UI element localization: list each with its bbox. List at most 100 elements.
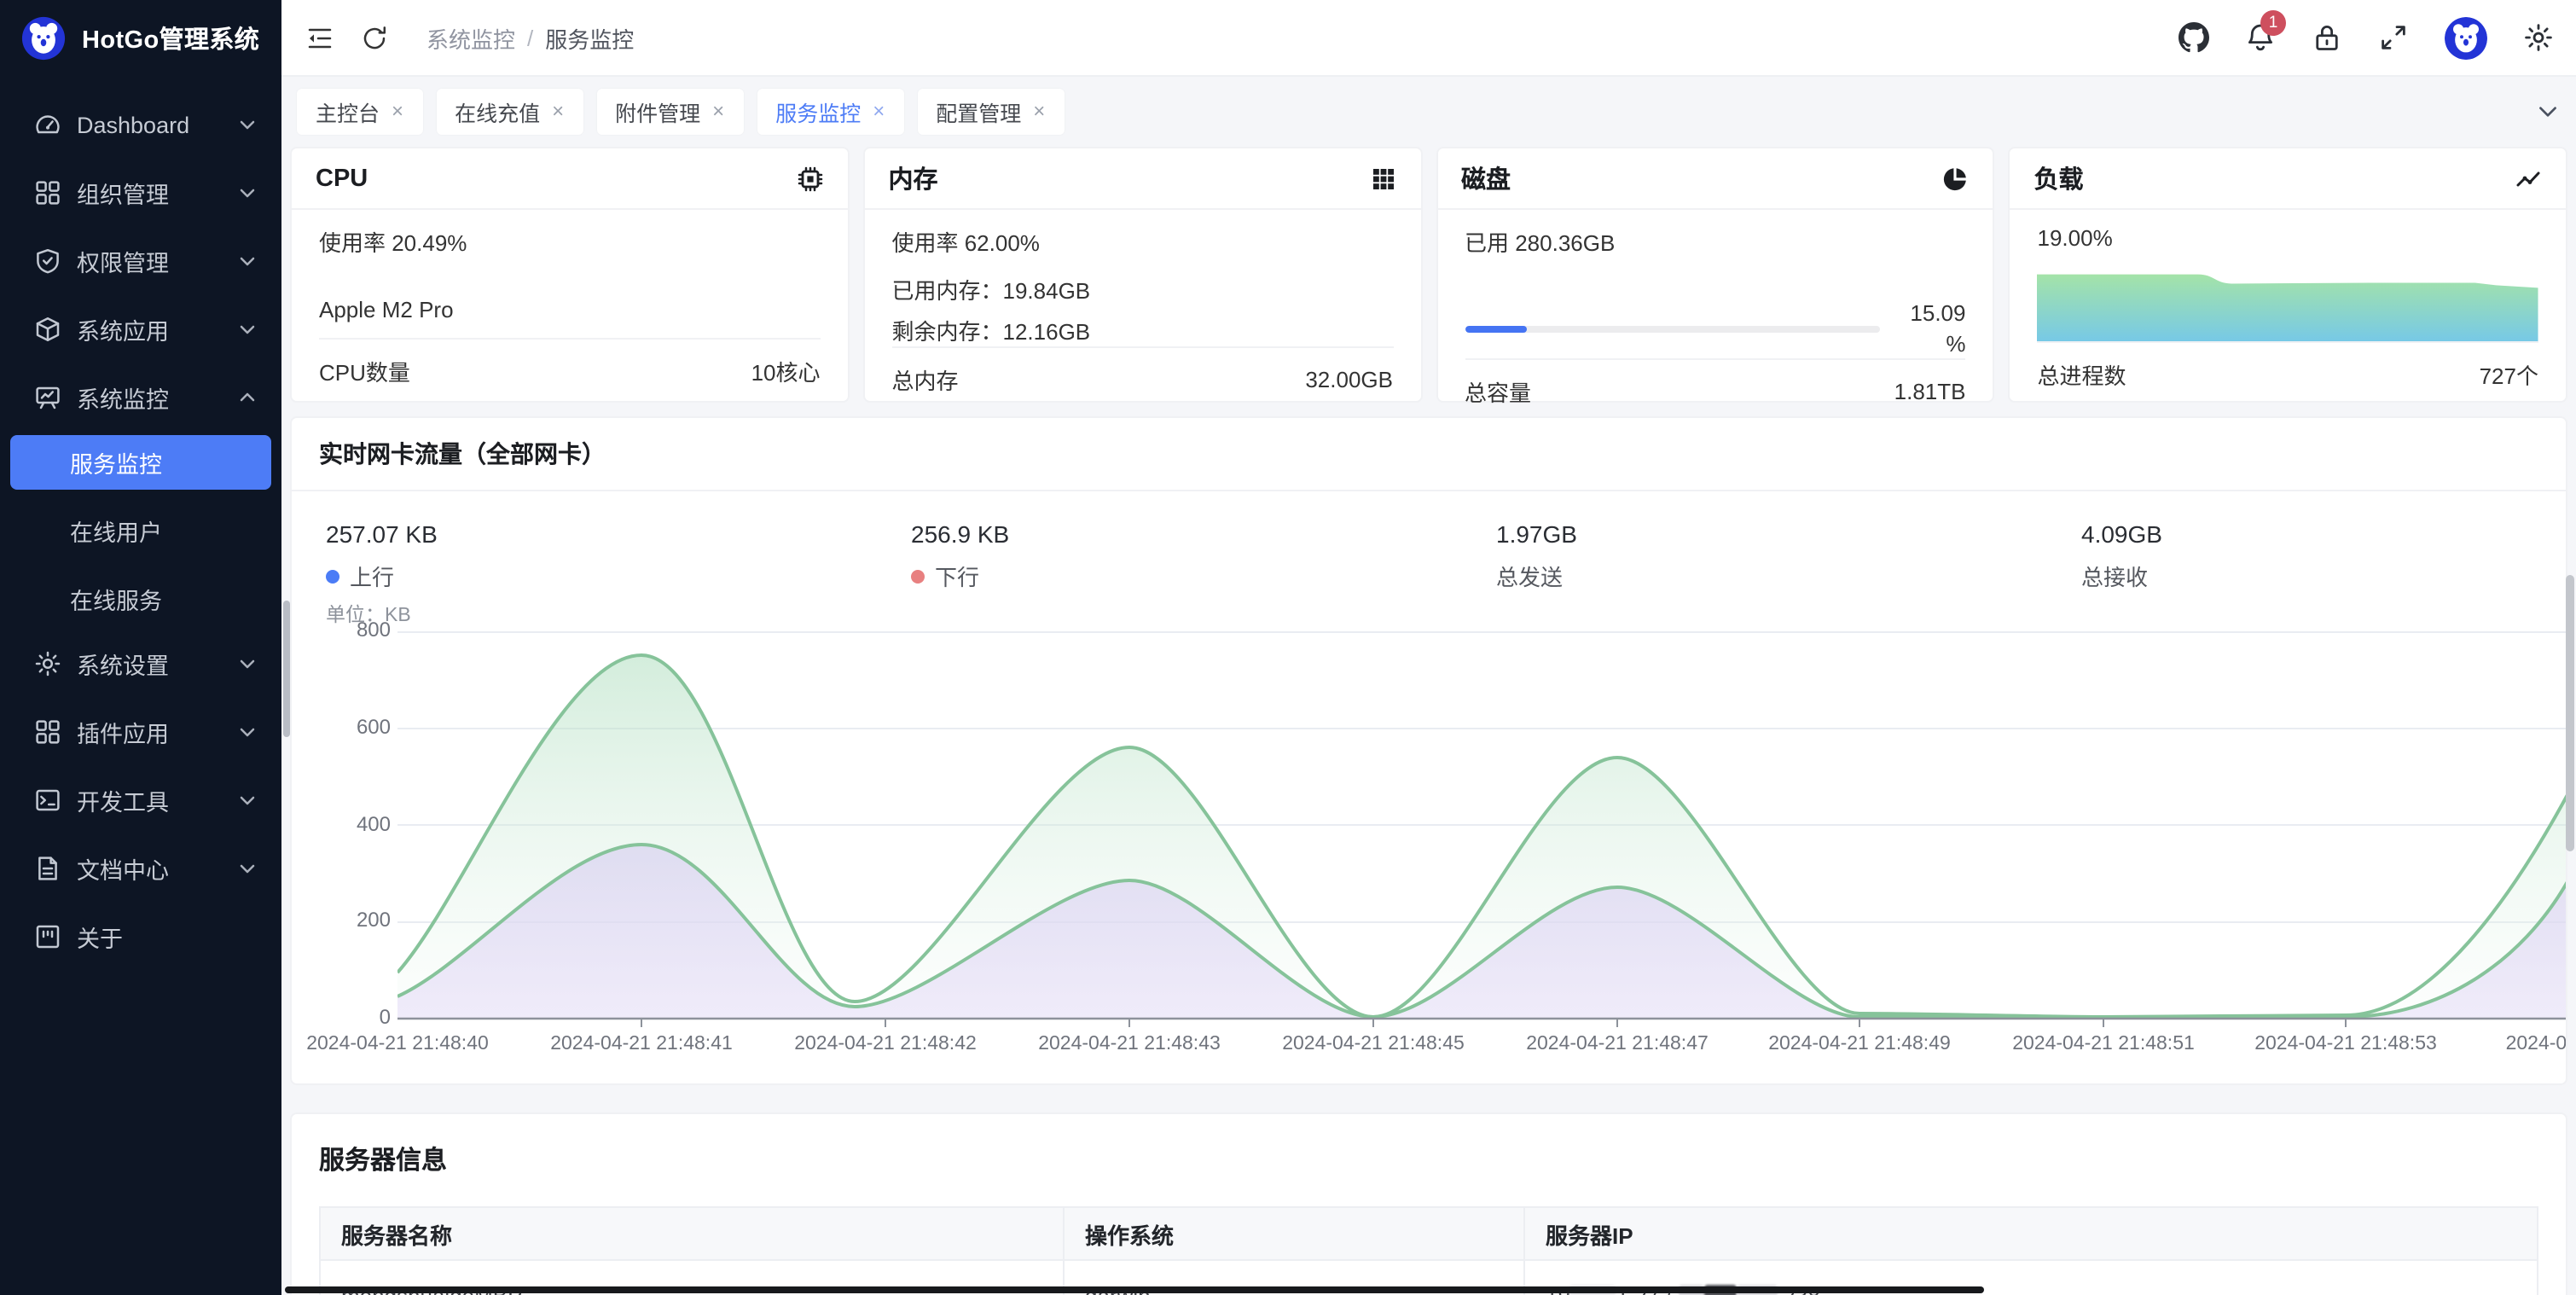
grid-icon: [34, 179, 61, 206]
close-icon[interactable]: ×: [873, 101, 885, 121]
sidebar-item-dashboard[interactable]: Dashboard: [0, 90, 281, 159]
sidebar-item-label: 权限管理: [77, 244, 237, 278]
load-card: 负载 19.00%: [2009, 147, 2568, 403]
collapse-menu-icon[interactable]: [305, 23, 334, 52]
chevron-down-icon: [237, 319, 258, 340]
breadcrumb-parent[interactable]: 系统监控: [426, 21, 515, 54]
horizontal-scrollbar-thumb[interactable]: [285, 1286, 1984, 1293]
sidebar-subitem-label: 服务监控: [70, 445, 162, 479]
y-axis-tick: 800: [326, 618, 391, 642]
terminal-icon: [34, 787, 61, 814]
chevron-down-icon: [237, 653, 258, 674]
github-icon[interactable]: [2179, 22, 2209, 53]
network-traffic-card: 实时网卡流量（全部网卡） 257.07 KB 上行 256.9 KB 下行 1.…: [290, 416, 2567, 1085]
breadcrumb: 系统监控 / 服务监控: [426, 21, 634, 54]
y-axis-tick: 600: [326, 715, 391, 739]
cpu-card-footer: CPU数量 10核心: [319, 338, 821, 401]
tab-label: 配置管理: [936, 95, 1021, 127]
lock-icon[interactable]: [2312, 22, 2342, 53]
sidebar-item-settings[interactable]: 系统设置: [0, 630, 281, 698]
stat-label: 下行: [935, 560, 979, 592]
memory-free: 剩余内存：12.16GB: [892, 314, 1394, 346]
memory-card: 内存 使用率 62.00% 已用内存：19.84GB 剩余内存：12.16GB …: [863, 147, 1423, 403]
tab-config[interactable]: 配置管理 ×: [917, 88, 1064, 134]
cpu-model: Apple M2 Pro: [319, 297, 821, 322]
chevron-down-icon: [237, 722, 258, 742]
column-header-ip: 服务器IP: [1523, 1208, 2537, 1259]
content-left-scrollbar-thumb[interactable]: [283, 601, 290, 737]
stat-value: 4.09GB: [2081, 520, 2567, 548]
stat-value: 257.07 KB: [326, 520, 911, 548]
x-axis-tick: 2024-04-21 21:48:43: [1038, 1034, 1221, 1054]
memory-card-footer: 总内存 32.00GB: [892, 346, 1394, 409]
close-icon[interactable]: ×: [392, 101, 403, 121]
process-count-label: 总进程数: [2038, 357, 2126, 390]
disk-card: 磁盘 已用 280.36GB 15.09 % 总容量 1.81TB: [1436, 147, 1995, 403]
sidebar-item-org[interactable]: 组织管理: [0, 159, 281, 227]
disk-progress-row: 15.09 %: [1465, 299, 1966, 358]
tab-recharge[interactable]: 在线充值 ×: [436, 88, 583, 134]
trend-line-icon: [2515, 165, 2542, 192]
breadcrumb-current[interactable]: 服务监控: [545, 21, 634, 54]
close-icon[interactable]: ×: [552, 101, 564, 121]
tab-dashboard[interactable]: 主控台 ×: [297, 88, 422, 134]
fullscreen-icon[interactable]: [2378, 22, 2409, 53]
disk-progress-bar: [1465, 325, 1881, 332]
sidebar-subitem-online-users[interactable]: 在线用户: [10, 503, 271, 558]
column-header-os: 操作系统: [1063, 1208, 1523, 1259]
chevron-down-icon: [237, 251, 258, 271]
sidebar-item-devtools[interactable]: 开发工具: [0, 766, 281, 834]
memory-grid-icon: [1369, 165, 1396, 192]
disk-percent-label: 15.09 %: [1898, 299, 1966, 358]
sidebar-item-monitor[interactable]: 系统监控: [0, 363, 281, 432]
disk-progress-fill: [1465, 325, 1528, 332]
memory-used: 已用内存：19.84GB: [892, 273, 1394, 305]
disk-card-header: 磁盘: [1437, 148, 1993, 210]
stat-value: 1.97GB: [1496, 520, 2081, 548]
memory-card-body: 使用率 62.00% 已用内存：19.84GB 剩余内存：12.16GB: [865, 210, 1421, 346]
network-area-chart: [397, 631, 2567, 1031]
app-logo[interactable]: HotGo管理系统: [0, 0, 281, 77]
app-title: HotGo管理系统: [82, 20, 259, 56]
sidebar-item-about[interactable]: 关于: [0, 903, 281, 971]
stat-label: 总接收: [2081, 560, 2148, 592]
sidebar-item-apps[interactable]: 系统应用: [0, 295, 281, 363]
sidebar-item-permission[interactable]: 权限管理: [0, 227, 281, 295]
chevron-down-icon: [237, 114, 258, 135]
stat-label: 总发送: [1496, 560, 1563, 592]
tab-service-monitor[interactable]: 服务监控 ×: [757, 88, 903, 134]
content-area: CPU 使用率 20.49% Apple M2 Pro CPU数量 10核心 内…: [281, 145, 2576, 1295]
memory-card-header: 内存: [865, 148, 1421, 210]
stat-upstream: 257.07 KB 上行: [326, 520, 911, 592]
notification-bell[interactable]: 1: [2245, 22, 2276, 53]
sidebar-item-label: Dashboard: [77, 112, 237, 137]
content-right-scrollbar-thumb[interactable]: [2566, 575, 2574, 851]
x-axis-tick: 2024-04-21 21:48:40: [306, 1034, 489, 1054]
cpu-count-value: 10核心: [751, 354, 821, 386]
x-axis-tick: 2024-04-21 21:48:53: [2254, 1034, 2437, 1054]
sidebar-subitem-service-monitor[interactable]: 服务监控: [10, 435, 271, 490]
load-card-header: 负载: [2010, 148, 2567, 210]
sidebar-subitem-online-services[interactable]: 在线服务: [10, 572, 271, 626]
user-avatar[interactable]: [2445, 16, 2487, 59]
refresh-icon[interactable]: [360, 23, 389, 52]
stat-label: 上行: [350, 560, 394, 592]
sidebar-item-plugins[interactable]: 插件应用: [0, 698, 281, 766]
disk-card-footer: 总容量 1.81TB: [1465, 358, 1966, 421]
tab-attachments[interactable]: 附件管理 ×: [596, 88, 743, 134]
tab-label: 服务监控: [775, 95, 861, 127]
network-chart-title: 实时网卡流量（全部网卡）: [292, 418, 2566, 491]
x-axis-tick: 2024-04-21 21:48:51: [2012, 1034, 2195, 1054]
stat-total-sent: 1.97GB 总发送: [1496, 520, 2081, 592]
stat-total-received: 4.09GB 总接收: [2081, 520, 2567, 592]
disk-total-value: 1.81TB: [1894, 378, 1966, 404]
sidebar-item-label: 系统应用: [77, 312, 237, 346]
monitor-chart-icon: [34, 384, 61, 411]
settings-gear-icon[interactable]: [2523, 22, 2554, 53]
close-icon[interactable]: ×: [712, 101, 724, 121]
tab-options-chevron-icon[interactable]: [2535, 98, 2561, 124]
close-icon[interactable]: ×: [1033, 101, 1045, 121]
sidebar-item-docs[interactable]: 文档中心: [0, 834, 281, 903]
memory-total-label: 总内存: [892, 363, 959, 395]
tab-label: 在线充值: [455, 95, 540, 127]
